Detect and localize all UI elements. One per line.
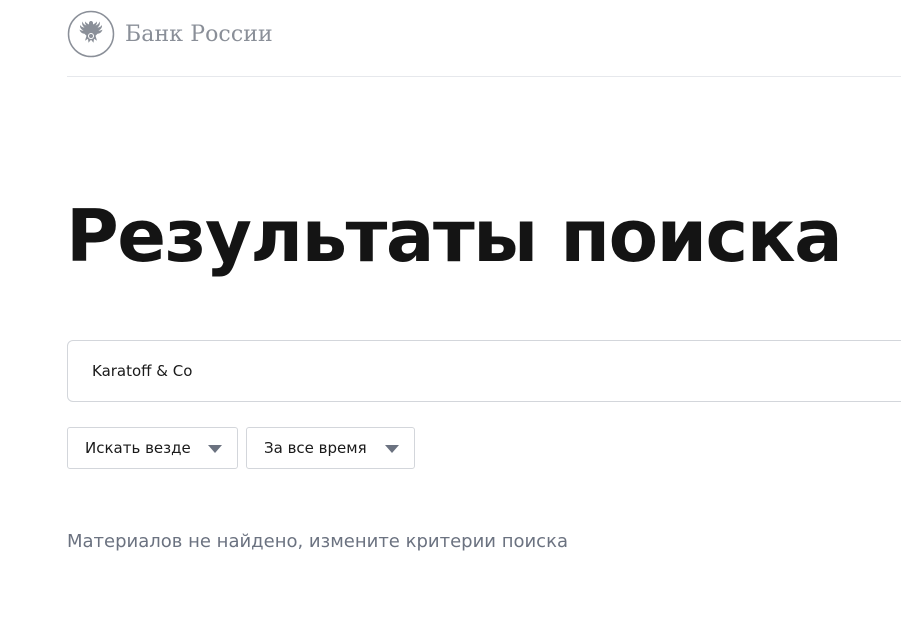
chevron-down-icon [385,445,399,453]
bank-emblem-icon[interactable] [67,10,115,58]
page-title: Результаты поиска [66,194,843,278]
period-filter-dropdown[interactable]: За все время [246,427,415,469]
header-divider [67,76,901,77]
period-filter-label: За все время [264,439,367,457]
search-input[interactable] [92,341,872,401]
scope-filter-label: Искать везде [85,439,191,457]
page: Банк России Результаты поиска Искать вез… [0,0,901,621]
site-header: Банк России [67,10,273,58]
chevron-down-icon [208,445,222,453]
no-results-message: Материалов не найдено, измените критерии… [67,531,568,552]
search-box[interactable] [67,340,901,402]
bank-name-logo-text[interactable]: Банк России [125,22,273,47]
scope-filter-dropdown[interactable]: Искать везде [67,427,238,469]
